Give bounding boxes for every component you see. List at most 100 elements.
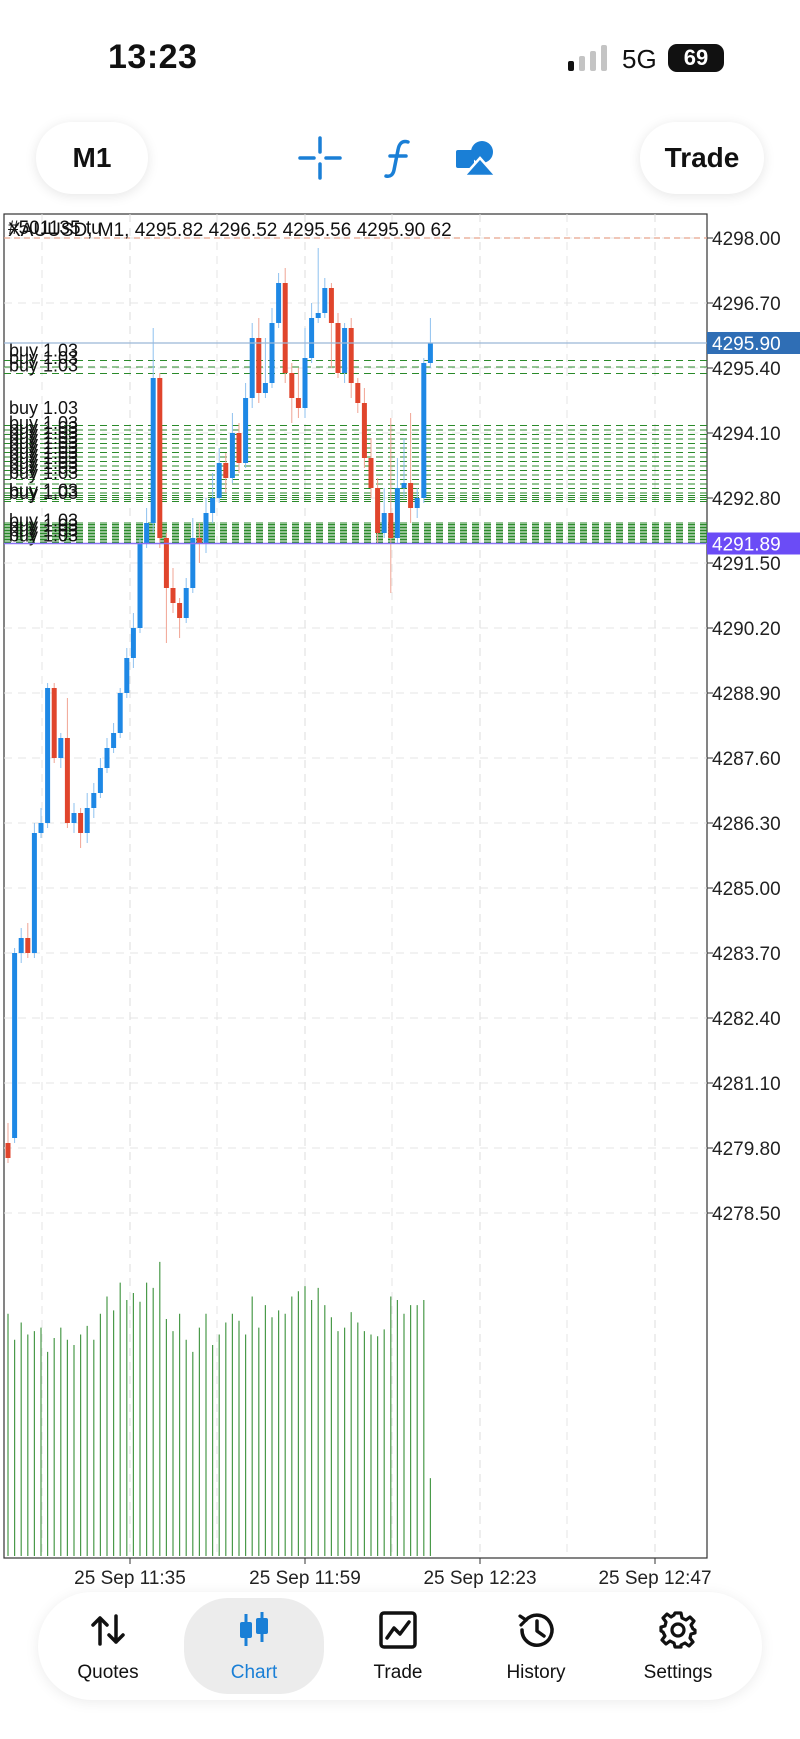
candle-body [91,793,97,808]
bottom-navigation: Quotes Chart Trade History Settings [38,1592,762,1700]
nav-trade-label: Trade [373,1662,423,1683]
crosshair-icon[interactable] [296,134,344,182]
candle-body [45,688,51,823]
candle-body [368,458,374,488]
x-tick-label: 25 Sep 11:59 [249,1568,361,1589]
candle-body [64,738,70,823]
candle-body [170,588,176,603]
candle-body [322,288,328,313]
trade-button[interactable]: Trade [640,122,764,194]
candle-body [124,658,130,693]
candle-body [282,283,288,373]
quotes-arrows-icon [91,1614,125,1646]
candle-body [130,628,136,658]
candle-body [84,808,90,833]
bid-price-label: 4295.90 [712,334,781,355]
nav-quotes[interactable]: Quotes [38,1592,178,1700]
candle-body [342,328,348,373]
y-tick-label: 4286.30 [712,814,781,835]
candle-body [190,538,196,588]
y-tick-label: 4288.90 [712,684,781,705]
nav-history[interactable]: History [466,1592,606,1700]
chart-area[interactable]: 4298.00 4296.70 4295.40 4294.10 4292.80 4291.… [0,210,800,1590]
candle-body [117,693,123,733]
candle-body [177,603,183,618]
candle-body [394,488,400,538]
nav-trade[interactable]: Trade [328,1592,468,1700]
candle-body [295,398,301,408]
ask-price-label: 4291.89 [712,535,781,556]
candle-body [5,1143,11,1158]
candle-body [31,833,37,953]
candle-body [203,513,209,543]
y-tick-label: 4281.10 [712,1074,781,1095]
candle-body [236,433,242,463]
y-tick-label: 4290.20 [712,619,781,640]
candle-body [38,823,44,833]
plot-frame [3,213,708,1559]
chart-header-symbol: XAUUSD, M1, 4295.82 4296.52 4295.56 4295… [8,220,452,241]
candle-body [256,338,262,393]
candle-body [163,538,169,588]
trade-chart-icon [379,1611,417,1649]
indicators-function-icon[interactable] [374,134,422,182]
nav-settings[interactable]: Settings [608,1592,748,1700]
candle-body [315,313,321,318]
candle-body [183,588,189,618]
y-tick-label: 4291.50 [712,554,781,575]
candle-body [276,283,282,323]
candle-body [150,378,156,523]
candle-body [137,543,143,628]
nav-chart[interactable]: Chart [184,1598,324,1694]
candle-body [348,328,354,383]
candle-body [401,483,407,488]
candle-body [25,938,31,953]
signal-strength-icon [568,45,607,71]
candle-body [223,463,229,478]
status-time: 13:23 [108,38,198,76]
candle-body [196,538,202,543]
chart-toolbar: M1 Trade [0,110,800,210]
candle-body [229,433,235,478]
timeframe-button[interactable]: M1 [36,122,148,194]
candle-body [216,463,222,498]
candle-body [210,498,216,513]
y-tick-label: 4279.80 [712,1139,781,1160]
candlestick-chart-icon [240,1612,268,1646]
y-tick-label: 4295.40 [712,359,781,380]
buy-order-label: buy 1.03 [9,483,78,503]
y-tick-label: 4298.00 [712,229,781,250]
buy-order-label: buy 1.03 [9,526,78,546]
y-tick-label: 4294.10 [712,424,781,445]
candle-body [249,338,255,398]
candle-body [408,483,414,508]
y-tick-label: 4283.70 [712,944,781,965]
candle-body [97,768,103,793]
candlestick-chart[interactable]: 4298.00 4296.70 4295.40 4294.10 4292.80 4291.… [0,210,800,1590]
buy-order-label: buy 1.03 [9,356,78,376]
candle-body [427,343,433,363]
candle-body [78,813,84,833]
candle-body [355,383,361,403]
objects-shapes-icon[interactable] [452,134,500,182]
candle-body [269,323,275,383]
candle-body [104,748,110,768]
candle-body [381,513,387,533]
candle-body [421,363,427,498]
x-tick-label: 25 Sep 11:35 [74,1568,186,1589]
nav-history-label: History [506,1662,566,1683]
candle-body [414,498,420,508]
network-type: 5G [622,44,657,74]
x-tick-label: 25 Sep 12:23 [423,1568,536,1589]
nav-quotes-label: Quotes [77,1662,139,1683]
nav-chart-label: Chart [230,1662,278,1683]
candle-body [328,288,334,323]
status-bar: 13:23 5G 69 [0,0,800,110]
y-tick-label: 4278.50 [712,1204,781,1225]
candle-body [12,953,18,1138]
battery-icon: 69 [668,44,724,72]
candle-body [157,378,163,538]
y-tick-label: 4285.00 [712,879,781,900]
candle-body [375,488,381,533]
y-tick-label: 4287.60 [712,749,781,770]
